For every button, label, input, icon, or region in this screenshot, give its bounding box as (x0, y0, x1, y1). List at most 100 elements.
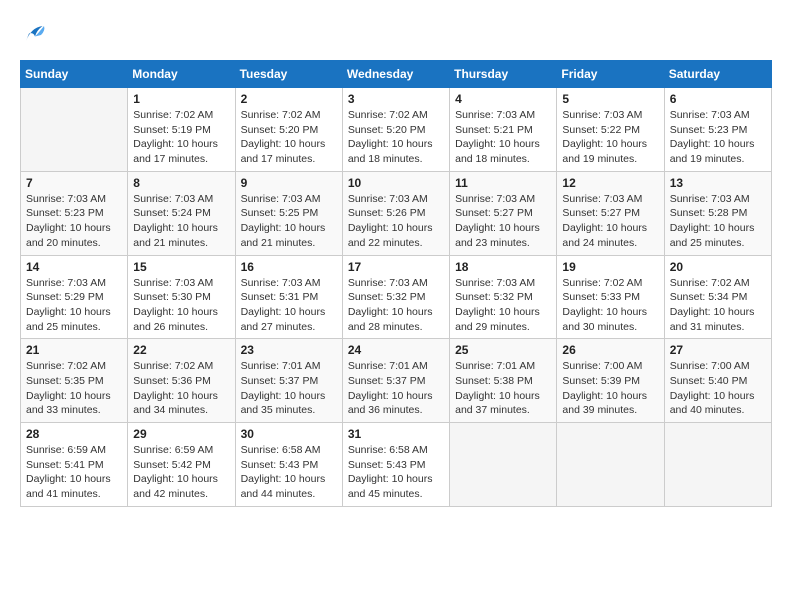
calendar-header: SundayMondayTuesdayWednesdayThursdayFrid… (21, 61, 772, 88)
calendar-cell: 16 Sunrise: 7:03 AM Sunset: 5:31 PM Dayli… (235, 255, 342, 339)
calendar-cell: 14 Sunrise: 7:03 AM Sunset: 5:29 PM Dayli… (21, 255, 128, 339)
day-info: Sunrise: 6:58 AM Sunset: 5:43 PM Dayligh… (241, 443, 337, 502)
day-header: Tuesday (235, 61, 342, 88)
calendar-cell: 31 Sunrise: 6:58 AM Sunset: 5:43 PM Dayli… (342, 423, 449, 507)
day-number: 12 (562, 176, 658, 190)
day-number: 19 (562, 260, 658, 274)
day-number: 15 (133, 260, 229, 274)
page-header (20, 20, 772, 50)
calendar-cell: 5 Sunrise: 7:03 AM Sunset: 5:22 PM Daylig… (557, 88, 664, 172)
calendar-cell: 25 Sunrise: 7:01 AM Sunset: 5:38 PM Dayli… (450, 339, 557, 423)
calendar-cell: 8Sunrise: 7:03 AM Sunset: 5:24 PM Daylig… (128, 171, 235, 255)
calendar-cell: 13 Sunrise: 7:03 AM Sunset: 5:28 PM Dayli… (664, 171, 771, 255)
day-info: Sunrise: 7:02 AM Sunset: 5:35 PM Dayligh… (26, 359, 122, 418)
day-info: Sunrise: 7:02 AM Sunset: 5:19 PM Dayligh… (133, 108, 229, 167)
day-number: 10 (348, 176, 444, 190)
day-info: Sunrise: 7:01 AM Sunset: 5:37 PM Dayligh… (241, 359, 337, 418)
logo-icon (20, 20, 50, 50)
day-number: 14 (26, 260, 122, 274)
calendar-cell: 29 Sunrise: 6:59 AM Sunset: 5:42 PM Dayli… (128, 423, 235, 507)
calendar-cell (557, 423, 664, 507)
day-number: 1 (133, 92, 229, 106)
calendar-cell: 28Sunrise: 6:59 AM Sunset: 5:41 PM Dayli… (21, 423, 128, 507)
logo (20, 20, 54, 50)
calendar-cell: 11 Sunrise: 7:03 AM Sunset: 5:27 PM Dayli… (450, 171, 557, 255)
day-info: Sunrise: 6:58 AM Sunset: 5:43 PM Dayligh… (348, 443, 444, 502)
day-header: Monday (128, 61, 235, 88)
calendar-cell: 1 Sunrise: 7:02 AM Sunset: 5:19 PM Daylig… (128, 88, 235, 172)
calendar-cell: 17 Sunrise: 7:03 AM Sunset: 5:32 PM Dayli… (342, 255, 449, 339)
calendar-cell (664, 423, 771, 507)
day-header: Sunday (21, 61, 128, 88)
day-header: Wednesday (342, 61, 449, 88)
calendar-cell: 18 Sunrise: 7:03 AM Sunset: 5:32 PM Dayli… (450, 255, 557, 339)
day-info: Sunrise: 7:02 AM Sunset: 5:34 PM Dayligh… (670, 276, 766, 335)
calendar-cell: 4Sunrise: 7:03 AM Sunset: 5:21 PM Daylig… (450, 88, 557, 172)
calendar-cell: 21Sunrise: 7:02 AM Sunset: 5:35 PM Dayli… (21, 339, 128, 423)
calendar-cell (450, 423, 557, 507)
day-info: Sunrise: 7:03 AM Sunset: 5:31 PM Dayligh… (241, 276, 337, 335)
calendar-cell: 6 Sunrise: 7:03 AM Sunset: 5:23 PM Daylig… (664, 88, 771, 172)
calendar-cell: 19 Sunrise: 7:02 AM Sunset: 5:33 PM Dayli… (557, 255, 664, 339)
day-info: Sunrise: 7:03 AM Sunset: 5:32 PM Dayligh… (455, 276, 551, 335)
calendar-table: SundayMondayTuesdayWednesdayThursdayFrid… (20, 60, 772, 507)
calendar-cell: 7 Sunrise: 7:03 AM Sunset: 5:23 PM Daylig… (21, 171, 128, 255)
day-number: 18 (455, 260, 551, 274)
calendar-cell: 23Sunrise: 7:01 AM Sunset: 5:37 PM Dayli… (235, 339, 342, 423)
day-header: Saturday (664, 61, 771, 88)
day-info: Sunrise: 6:59 AM Sunset: 5:42 PM Dayligh… (133, 443, 229, 502)
calendar-cell: 12 Sunrise: 7:03 AM Sunset: 5:27 PM Dayli… (557, 171, 664, 255)
day-header: Friday (557, 61, 664, 88)
day-number: 20 (670, 260, 766, 274)
calendar-cell: 30 Sunrise: 6:58 AM Sunset: 5:43 PM Dayli… (235, 423, 342, 507)
day-number: 31 (348, 427, 444, 441)
day-info: Sunrise: 7:03 AM Sunset: 5:27 PM Dayligh… (562, 192, 658, 251)
calendar-week: 1 Sunrise: 7:02 AM Sunset: 5:19 PM Daylig… (21, 88, 772, 172)
day-number: 30 (241, 427, 337, 441)
day-number: 26 (562, 343, 658, 357)
day-number: 28 (26, 427, 122, 441)
day-info: Sunrise: 7:03 AM Sunset: 5:26 PM Dayligh… (348, 192, 444, 251)
day-info: Sunrise: 7:03 AM Sunset: 5:25 PM Dayligh… (241, 192, 337, 251)
day-info: Sunrise: 7:00 AM Sunset: 5:39 PM Dayligh… (562, 359, 658, 418)
day-number: 16 (241, 260, 337, 274)
day-info: Sunrise: 7:03 AM Sunset: 5:29 PM Dayligh… (26, 276, 122, 335)
day-number: 6 (670, 92, 766, 106)
day-header: Thursday (450, 61, 557, 88)
day-number: 13 (670, 176, 766, 190)
day-number: 5 (562, 92, 658, 106)
calendar-body: 1 Sunrise: 7:02 AM Sunset: 5:19 PM Daylig… (21, 88, 772, 507)
calendar-cell: 22 Sunrise: 7:02 AM Sunset: 5:36 PM Dayli… (128, 339, 235, 423)
calendar-cell: 26 Sunrise: 7:00 AM Sunset: 5:39 PM Dayli… (557, 339, 664, 423)
calendar-cell: 9 Sunrise: 7:03 AM Sunset: 5:25 PM Daylig… (235, 171, 342, 255)
day-info: Sunrise: 7:03 AM Sunset: 5:23 PM Dayligh… (26, 192, 122, 251)
day-info: Sunrise: 7:01 AM Sunset: 5:38 PM Dayligh… (455, 359, 551, 418)
day-number: 27 (670, 343, 766, 357)
day-number: 9 (241, 176, 337, 190)
day-info: Sunrise: 7:03 AM Sunset: 5:32 PM Dayligh… (348, 276, 444, 335)
calendar-week: 7 Sunrise: 7:03 AM Sunset: 5:23 PM Daylig… (21, 171, 772, 255)
day-number: 22 (133, 343, 229, 357)
calendar-week: 28Sunrise: 6:59 AM Sunset: 5:41 PM Dayli… (21, 423, 772, 507)
day-number: 17 (348, 260, 444, 274)
day-info: Sunrise: 7:03 AM Sunset: 5:28 PM Dayligh… (670, 192, 766, 251)
calendar-cell: 27 Sunrise: 7:00 AM Sunset: 5:40 PM Dayli… (664, 339, 771, 423)
calendar-cell (21, 88, 128, 172)
day-number: 11 (455, 176, 551, 190)
day-info: Sunrise: 7:03 AM Sunset: 5:27 PM Dayligh… (455, 192, 551, 251)
day-number: 29 (133, 427, 229, 441)
calendar-cell: 2Sunrise: 7:02 AM Sunset: 5:20 PM Daylig… (235, 88, 342, 172)
day-number: 4 (455, 92, 551, 106)
day-info: Sunrise: 7:03 AM Sunset: 5:24 PM Dayligh… (133, 192, 229, 251)
day-info: Sunrise: 7:03 AM Sunset: 5:22 PM Dayligh… (562, 108, 658, 167)
day-info: Sunrise: 7:01 AM Sunset: 5:37 PM Dayligh… (348, 359, 444, 418)
day-info: Sunrise: 7:02 AM Sunset: 5:33 PM Dayligh… (562, 276, 658, 335)
calendar-cell: 20 Sunrise: 7:02 AM Sunset: 5:34 PM Dayli… (664, 255, 771, 339)
day-number: 7 (26, 176, 122, 190)
day-info: Sunrise: 7:00 AM Sunset: 5:40 PM Dayligh… (670, 359, 766, 418)
day-number: 25 (455, 343, 551, 357)
calendar-week: 21Sunrise: 7:02 AM Sunset: 5:35 PM Dayli… (21, 339, 772, 423)
day-info: Sunrise: 7:02 AM Sunset: 5:36 PM Dayligh… (133, 359, 229, 418)
calendar-cell: 24Sunrise: 7:01 AM Sunset: 5:37 PM Dayli… (342, 339, 449, 423)
day-info: Sunrise: 7:03 AM Sunset: 5:23 PM Dayligh… (670, 108, 766, 167)
